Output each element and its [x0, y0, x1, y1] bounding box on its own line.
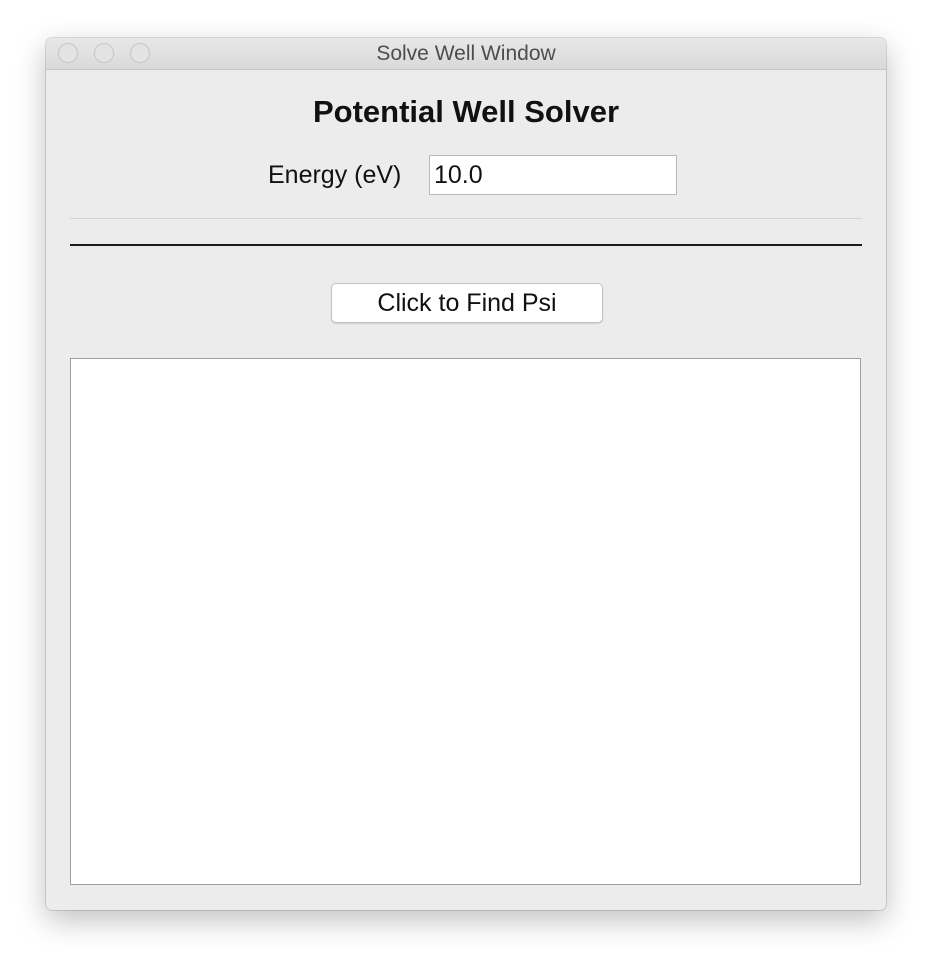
find-psi-button[interactable]: Click to Find Psi [331, 283, 603, 323]
energy-input[interactable] [429, 155, 677, 195]
page-title: Potential Well Solver [312, 94, 620, 129]
solve-well-window: Solve Well Window Potential Well Solver … [46, 38, 886, 910]
separator-dark [70, 244, 862, 246]
title-bar[interactable]: Solve Well Window [46, 38, 886, 70]
separator-light [70, 218, 862, 219]
energy-label: Energy (eV) [268, 161, 402, 189]
window-title: Solve Well Window [376, 42, 556, 65]
plot-canvas [70, 358, 861, 885]
